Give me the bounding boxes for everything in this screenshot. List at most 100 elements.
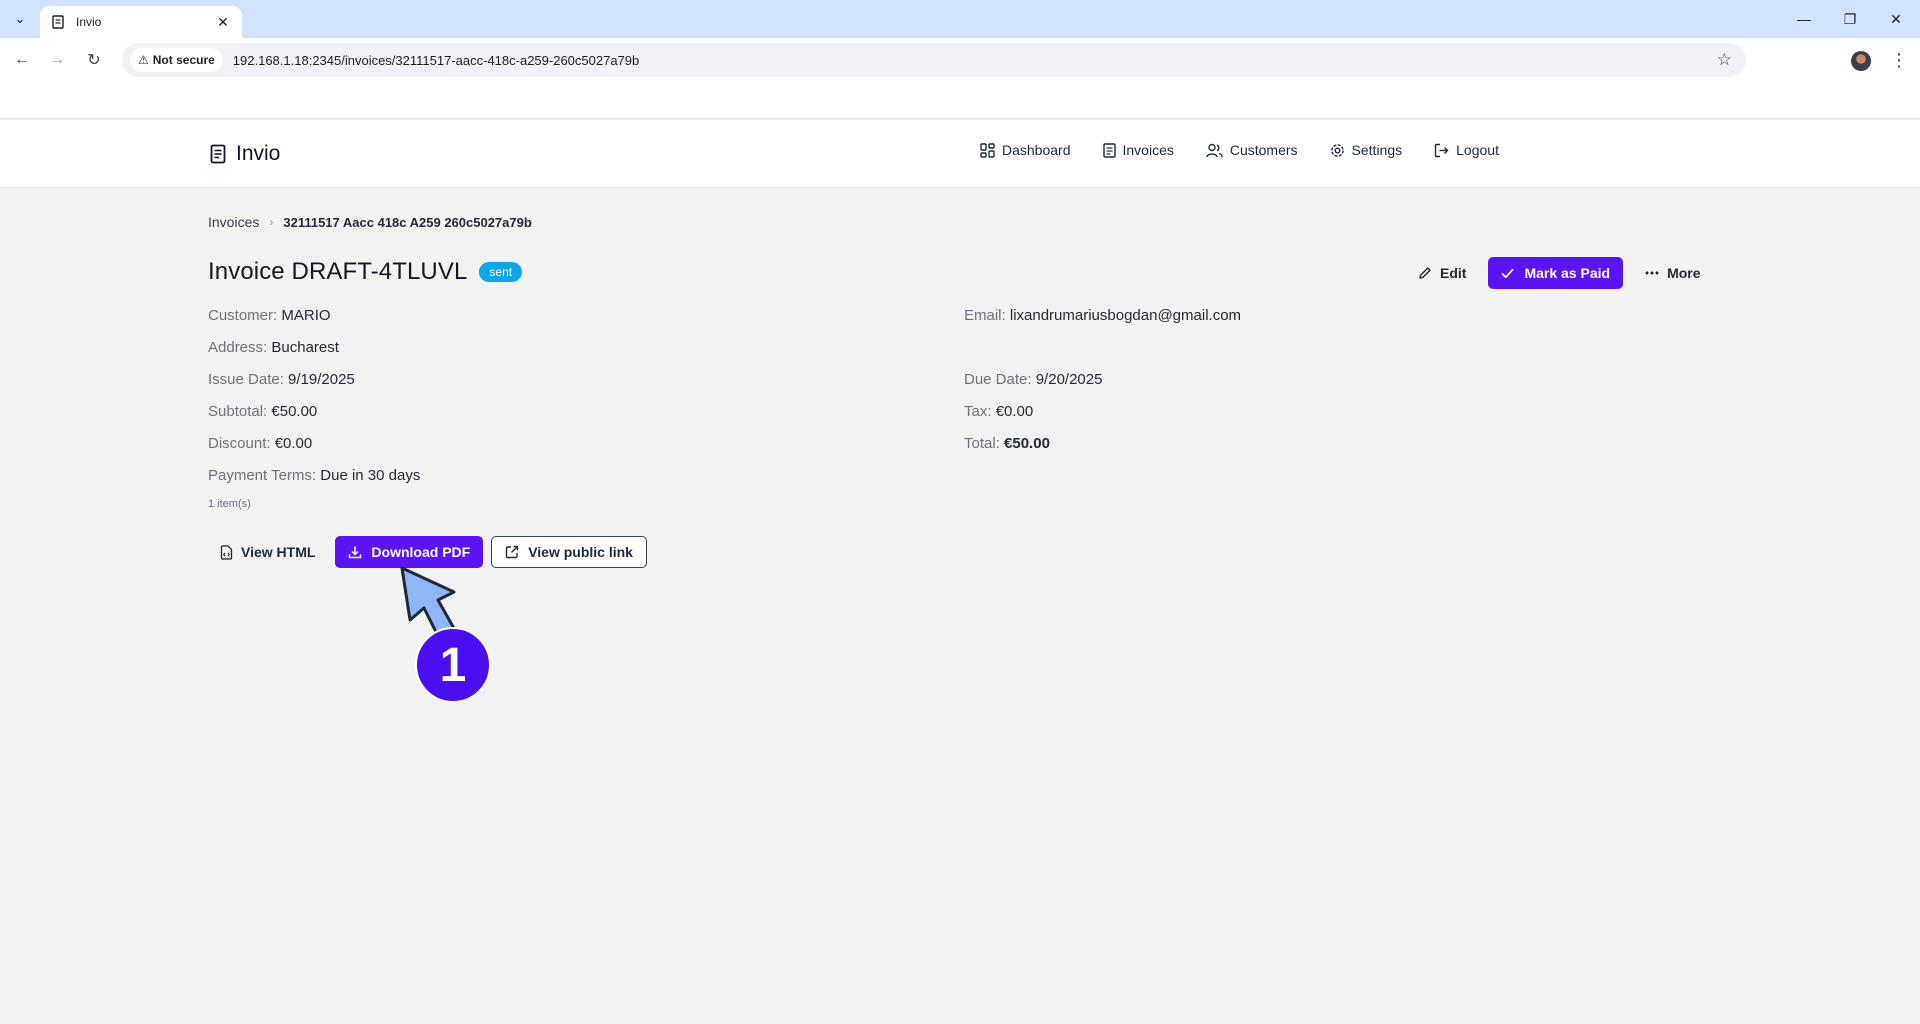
page-title: Invoice DRAFT-4TLUVL <box>208 258 468 285</box>
invoice-title-row: Invoice DRAFT-4TLUVL sent <box>208 258 523 286</box>
warning-icon: ⚠ <box>138 53 149 67</box>
status-badge: sent <box>479 262 523 282</box>
document-actions: View HTML Download PDF View public link <box>208 536 647 568</box>
users-icon <box>1206 143 1223 157</box>
total-value: €50.00 <box>1004 435 1050 452</box>
nav-invoices[interactable]: Invoices <box>1102 142 1174 158</box>
tax-value: €0.00 <box>995 403 1034 420</box>
view-html-label: View HTML <box>241 544 316 560</box>
discount-value: €0.00 <box>274 435 313 452</box>
url-text[interactable]: 192.168.1.18:2345/invoices/32111517-aacc… <box>233 53 1717 68</box>
invoice-favicon-icon <box>50 14 66 30</box>
tab-close-icon[interactable]: ✕ <box>214 14 232 31</box>
nav-customers-label: Customers <box>1229 142 1298 158</box>
step-number-badge: 1 <box>415 627 491 703</box>
app-header: Invio Dashboard Invoices Customers Setti… <box>0 120 1920 188</box>
page-top-area <box>0 82 1920 119</box>
reload-icon: ↻ <box>87 52 101 69</box>
due-date-field: Due Date: 9/20/2025 <box>964 371 1102 388</box>
close-icon: ✕ <box>1890 10 1902 27</box>
file-code-icon <box>220 544 233 560</box>
dashboard-icon <box>980 142 995 158</box>
total-field: Total: €50.00 <box>964 435 1050 452</box>
reload-button[interactable]: ↻ <box>82 48 106 72</box>
back-arrow-icon: ← <box>14 51 30 68</box>
edit-label: Edit <box>1440 265 1467 281</box>
issue-date-value: 9/19/2025 <box>288 371 355 388</box>
address-value: Bucharest <box>271 339 339 356</box>
logout-icon <box>1434 143 1449 157</box>
forward-button[interactable]: → <box>45 48 69 72</box>
customer-field: Customer: MARIO <box>208 307 331 324</box>
download-pdf-label: Download PDF <box>371 544 471 560</box>
minimize-button[interactable]: — <box>1781 8 1827 30</box>
invoice-logo-icon <box>210 144 226 164</box>
forward-arrow-icon: → <box>49 51 65 68</box>
discount-label: Discount: <box>208 435 271 452</box>
browser-tab[interactable]: Invio ✕ <box>40 6 242 38</box>
external-link-icon <box>506 545 519 559</box>
back-button[interactable]: ← <box>10 48 34 72</box>
edit-button[interactable]: Edit <box>1408 257 1476 289</box>
view-public-link-label: View public link <box>528 544 633 560</box>
subtotal-label: Subtotal: <box>208 403 268 420</box>
customer-value: MARIO <box>281 307 331 324</box>
total-label: Total: <box>964 435 1000 452</box>
chevron-right-icon: › <box>269 215 274 229</box>
nav-logout-label: Logout <box>1456 142 1499 158</box>
brand-name: Invio <box>236 142 281 165</box>
payment-terms-label: Payment Terms: <box>208 467 317 484</box>
nav-logout[interactable]: Logout <box>1434 142 1499 158</box>
download-pdf-button[interactable]: Download PDF <box>335 536 484 568</box>
discount-field: Discount: €0.00 <box>208 435 312 452</box>
breadcrumb-current: 32111517 Aacc 418c A259 260c5027a79b <box>283 214 532 230</box>
address-field: Address: Bucharest <box>208 339 339 356</box>
check-icon <box>1502 268 1514 278</box>
nav-invoices-label: Invoices <box>1122 142 1174 158</box>
more-label: More <box>1667 265 1701 281</box>
invoice-actions: Edit Mark as Paid More <box>1408 257 1711 289</box>
due-date-label: Due Date: <box>964 371 1032 388</box>
email-label: Email: <box>964 307 1006 324</box>
bookmark-star-icon[interactable]: ☆ <box>1717 50 1732 70</box>
browser-tabstrip: ⌄ Invio ✕ — ❐ ✕ <box>0 0 1920 38</box>
items-count: 1 item(s) <box>208 498 251 510</box>
email-field: Email: lixandrumariusbogdan@gmail.com <box>964 307 1241 324</box>
nav-dashboard[interactable]: Dashboard <box>980 142 1071 158</box>
security-chip[interactable]: ⚠ Not secure <box>130 48 223 72</box>
pencil-icon <box>1419 267 1431 279</box>
restore-button[interactable]: ❐ <box>1827 8 1873 30</box>
minimize-icon: — <box>1797 11 1811 27</box>
chevron-down-icon: ⌄ <box>14 11 26 26</box>
browser-toolbar: ← → ↻ ⚠ Not secure 192.168.1.18:2345/inv… <box>0 38 1920 82</box>
breadcrumb: Invoices › 32111517 Aacc 418c A259 260c5… <box>208 214 532 230</box>
breadcrumb-invoices-link[interactable]: Invoices <box>208 214 259 230</box>
nav-dashboard-label: Dashboard <box>1002 142 1071 158</box>
subtotal-value: €50.00 <box>271 403 318 420</box>
profile-avatar[interactable] <box>1851 51 1871 71</box>
tab-search-button[interactable]: ⌄ <box>6 7 34 31</box>
subtotal-field: Subtotal: €50.00 <box>208 403 317 420</box>
view-html-button[interactable]: View HTML <box>208 536 327 568</box>
more-button[interactable]: More <box>1635 257 1710 289</box>
address-bar[interactable]: ⚠ Not secure 192.168.1.18:2345/invoices/… <box>122 43 1746 77</box>
address-label: Address: <box>208 339 268 356</box>
view-public-link-button[interactable]: View public link <box>491 536 647 568</box>
payment-terms-value: Due in 30 days <box>320 467 421 484</box>
ellipsis-icon <box>1645 271 1659 275</box>
nav-settings[interactable]: Settings <box>1330 142 1403 158</box>
due-date-value: 9/20/2025 <box>1035 371 1103 388</box>
browser-menu-icon[interactable]: ⋮ <box>1890 50 1908 71</box>
close-window-button[interactable]: ✕ <box>1873 8 1919 30</box>
mark-as-paid-button[interactable]: Mark as Paid <box>1488 257 1624 289</box>
nav-settings-label: Settings <box>1351 142 1403 158</box>
nav-customers[interactable]: Customers <box>1206 142 1298 158</box>
download-icon <box>349 546 362 559</box>
restore-icon: ❐ <box>1843 10 1857 27</box>
brand-logo[interactable]: Invio <box>210 142 280 166</box>
payment-terms-field: Payment Terms: Due in 30 days <box>208 467 420 484</box>
tax-field: Tax: €0.00 <box>964 403 1033 420</box>
issue-date-field: Issue Date: 9/19/2025 <box>208 371 355 388</box>
mark-as-paid-label: Mark as Paid <box>1524 265 1611 281</box>
invoice-icon <box>1102 142 1116 158</box>
